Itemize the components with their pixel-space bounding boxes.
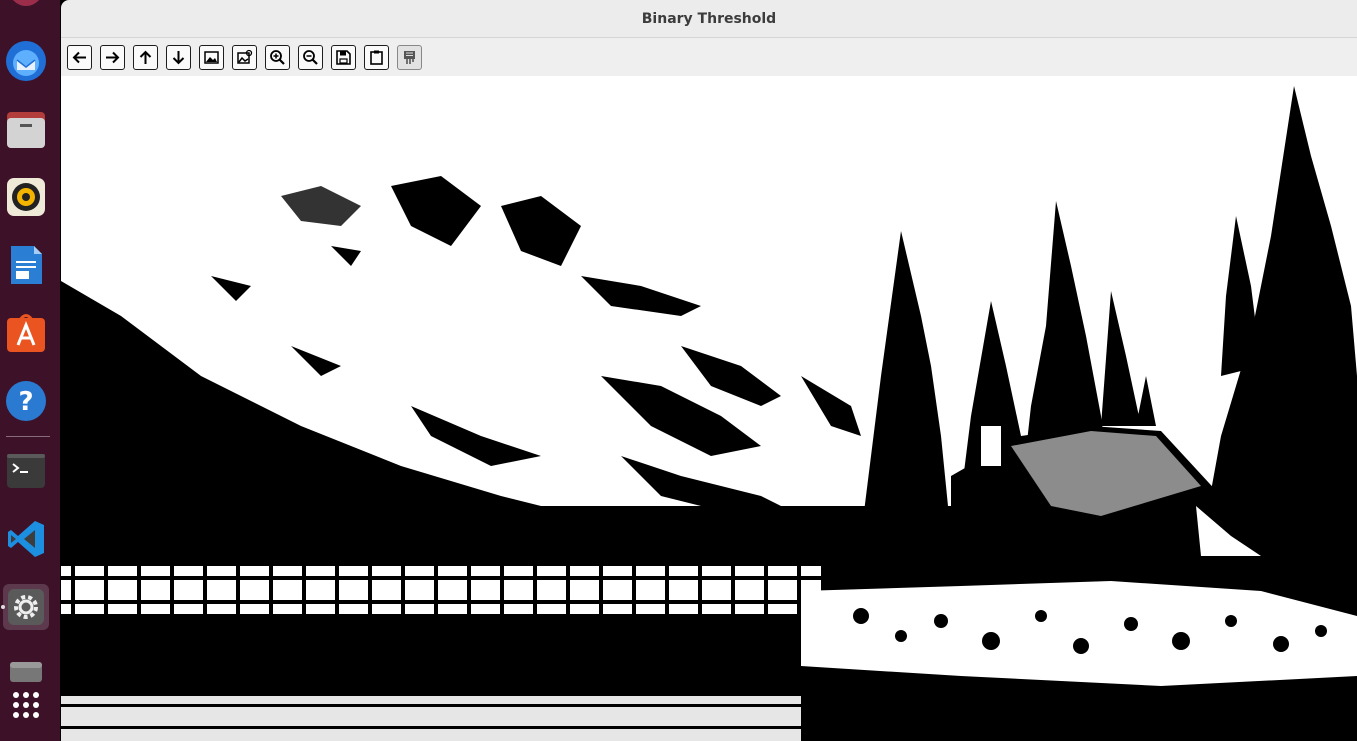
boardwalk-post — [698, 562, 702, 614]
dock-app-center[interactable] — [3, 310, 49, 356]
boardwalk-post — [665, 562, 669, 614]
dock-rhythmbox[interactable] — [3, 174, 49, 220]
running-indicator — [1, 605, 5, 609]
down-icon — [172, 50, 185, 64]
boardwalk-post — [71, 562, 75, 614]
boardwalk-post — [566, 562, 570, 614]
rhythmbox-icon — [7, 178, 45, 216]
app-icon — [13, 0, 39, 6]
boardwalk-post — [302, 562, 306, 614]
binary-threshold-image — [61, 76, 1357, 741]
window-title: Binary Threshold — [641, 10, 777, 27]
dock-files[interactable] — [3, 106, 49, 152]
back-icon — [72, 51, 86, 63]
zoom-in-button[interactable] — [265, 44, 290, 70]
app-center-icon — [7, 314, 45, 352]
boardwalk-post — [764, 562, 768, 614]
ubuntu-dock: ? — [0, 0, 60, 741]
toolbar — [61, 38, 1357, 76]
thunderbird-icon — [6, 41, 46, 81]
boardwalk-post — [368, 562, 372, 614]
boardwalk-post — [467, 562, 471, 614]
window-titlebar[interactable]: Binary Threshold — [61, 0, 1357, 38]
boardwalk-post — [500, 562, 504, 614]
back-button[interactable] — [67, 44, 92, 70]
down-button[interactable] — [166, 44, 191, 70]
dock-terminal[interactable] — [3, 448, 49, 494]
terminal-icon — [7, 454, 45, 488]
edit-button[interactable] — [397, 44, 422, 70]
boardwalk-post — [632, 562, 636, 614]
svg-text:?: ? — [18, 387, 33, 417]
settings-gear-icon — [8, 589, 44, 625]
clipboard-icon — [370, 50, 383, 65]
forward-icon — [106, 51, 120, 63]
dock-settings[interactable] — [1, 584, 49, 630]
image-canvas[interactable] — [61, 76, 1357, 741]
forward-button[interactable] — [100, 44, 125, 70]
image-icon — [204, 50, 219, 64]
save-icon — [336, 49, 351, 65]
image-settings-icon — [237, 49, 253, 64]
dock-separator — [6, 436, 50, 437]
help-icon: ? — [6, 381, 46, 421]
boardwalk-post — [533, 562, 537, 614]
boardwalk-post — [335, 562, 339, 614]
dock-writer[interactable] — [3, 242, 49, 288]
boardwalk-post — [401, 562, 405, 614]
grid-icon — [13, 692, 39, 718]
zoom-in-icon — [270, 49, 285, 65]
boardwalk-post — [797, 562, 801, 614]
app-window: Binary Threshold — [61, 0, 1357, 741]
edit-icon — [404, 50, 415, 64]
boardwalk-post — [434, 562, 438, 614]
boardwalk-post — [104, 562, 108, 614]
dock-item-top-partial[interactable] — [3, 0, 49, 12]
clipboard-button[interactable] — [364, 44, 389, 70]
zoom-out-icon — [303, 49, 318, 65]
boardwalk-post — [170, 562, 174, 614]
boardwalk-post — [269, 562, 273, 614]
save-button[interactable] — [331, 44, 356, 70]
boardwalk-post — [137, 562, 141, 614]
up-button[interactable] — [133, 44, 158, 70]
boardwalk-post — [236, 562, 240, 614]
dock-show-apps[interactable] — [3, 682, 49, 728]
image-settings-button[interactable] — [232, 44, 257, 70]
vscode-icon — [8, 521, 44, 557]
zoom-out-button[interactable] — [298, 44, 323, 70]
dock-thunderbird[interactable] — [3, 38, 49, 84]
boardwalk-post — [731, 562, 735, 614]
writer-icon — [11, 246, 42, 284]
dock-vscode[interactable] — [3, 516, 49, 562]
boardwalk-post — [203, 562, 207, 614]
files-icon — [7, 112, 45, 148]
image-button[interactable] — [199, 44, 224, 70]
boardwalk-post — [599, 562, 603, 614]
up-icon — [139, 50, 152, 64]
dock-help[interactable]: ? — [3, 378, 49, 424]
